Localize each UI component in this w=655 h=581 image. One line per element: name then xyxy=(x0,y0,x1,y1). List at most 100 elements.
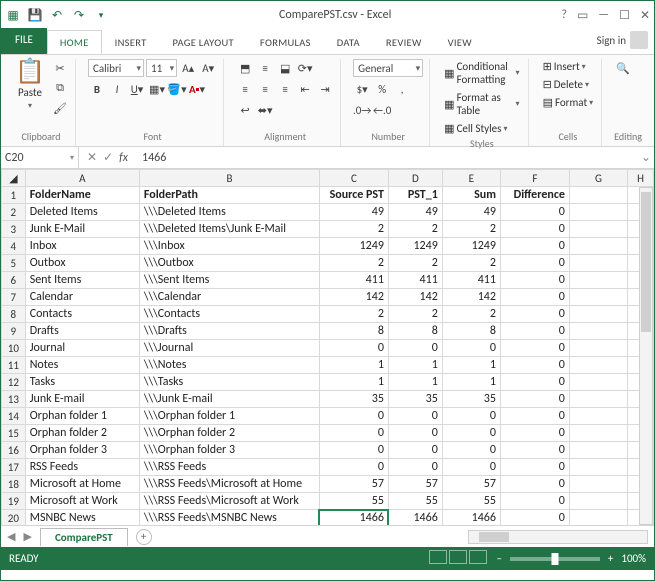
row-header-4[interactable]: 4 xyxy=(2,238,26,255)
row-header-13[interactable]: 13 xyxy=(2,391,26,408)
cell-G9[interactable] xyxy=(569,323,627,340)
cancel-formula-icon[interactable]: ✕ xyxy=(87,150,97,165)
cell-D20[interactable]: 1466 xyxy=(388,510,442,526)
cell-A20[interactable]: MSNBC News xyxy=(25,510,139,526)
minimize-icon[interactable]: — xyxy=(598,8,609,22)
tab-data[interactable]: DATA xyxy=(324,30,373,54)
cell-B5[interactable]: \\\Outbox xyxy=(139,255,319,272)
cell-B17[interactable]: \\\RSS Feeds xyxy=(139,459,319,476)
cell-E12[interactable]: 1 xyxy=(442,374,500,391)
cell-A11[interactable]: Notes xyxy=(25,357,139,374)
cell-D1[interactable]: PST_1 xyxy=(388,187,442,204)
cell-A18[interactable]: Microsoft at Home xyxy=(25,476,139,493)
cell-B20[interactable]: \\\RSS Feeds\MSNBC News xyxy=(139,510,319,526)
cell-A17[interactable]: RSS Feeds xyxy=(25,459,139,476)
sheet-nav-next-icon[interactable]: ▶ xyxy=(23,530,31,543)
cell-A7[interactable]: Calendar xyxy=(25,289,139,306)
zoom-in-button[interactable]: + xyxy=(608,552,613,565)
cell-C17[interactable]: 0 xyxy=(319,459,388,476)
cell-G15[interactable] xyxy=(569,425,627,442)
increase-font-icon[interactable]: A▴ xyxy=(179,59,197,77)
cell-G12[interactable] xyxy=(569,374,627,391)
cell-C18[interactable]: 57 xyxy=(319,476,388,493)
row-header-6[interactable]: 6 xyxy=(2,272,26,289)
cell-G17[interactable] xyxy=(569,459,627,476)
cell-C15[interactable]: 0 xyxy=(319,425,388,442)
cell-E7[interactable]: 142 xyxy=(442,289,500,306)
row-header-2[interactable]: 2 xyxy=(2,204,26,221)
cell-D3[interactable]: 2 xyxy=(388,221,442,238)
cell-F18[interactable]: 0 xyxy=(500,476,569,493)
enter-formula-icon[interactable]: ✓ xyxy=(103,150,113,165)
cell-F19[interactable]: 0 xyxy=(500,493,569,510)
cell-G18[interactable] xyxy=(569,476,627,493)
cell-A14[interactable]: Orphan folder 1 xyxy=(25,408,139,425)
align-bottom-icon[interactable]: ⬓ xyxy=(276,59,294,77)
decrease-decimal-icon[interactable]: ←.0 xyxy=(373,101,391,119)
cell-E19[interactable]: 55 xyxy=(442,493,500,510)
cell-A16[interactable]: Orphan folder 3 xyxy=(25,442,139,459)
cell-E6[interactable]: 411 xyxy=(442,272,500,289)
cell-A13[interactable]: Junk E-mail xyxy=(25,391,139,408)
cell-G8[interactable] xyxy=(569,306,627,323)
vertical-scroll-thumb[interactable] xyxy=(641,192,651,332)
help-icon[interactable]: ? xyxy=(561,8,567,22)
cell-D13[interactable]: 35 xyxy=(388,391,442,408)
cell-B12[interactable]: \\\Tasks xyxy=(139,374,319,391)
tab-view[interactable]: VIEW xyxy=(435,30,485,54)
cell-C19[interactable]: 55 xyxy=(319,493,388,510)
cell-D9[interactable]: 8 xyxy=(388,323,442,340)
horizontal-scrollbar[interactable] xyxy=(468,530,648,544)
cell-E1[interactable]: Sum xyxy=(442,187,500,204)
cell-A19[interactable]: Microsoft at Work xyxy=(25,493,139,510)
conditional-formatting-button[interactable]: ▦ Conditional Formatting ▾ xyxy=(442,59,521,87)
paste-button[interactable]: 📋 Paste ▾ xyxy=(13,59,47,112)
percent-format-icon[interactable]: % xyxy=(373,80,391,98)
cell-B10[interactable]: \\\Journal xyxy=(139,340,319,357)
cell-C11[interactable]: 1 xyxy=(319,357,388,374)
insert-function-icon[interactable]: fx xyxy=(119,151,128,165)
cell-B2[interactable]: \\\Deleted Items xyxy=(139,204,319,221)
cell-C3[interactable]: 2 xyxy=(319,221,388,238)
cell-A12[interactable]: Tasks xyxy=(25,374,139,391)
cell-D7[interactable]: 142 xyxy=(388,289,442,306)
tab-file[interactable]: FILE xyxy=(1,28,47,54)
row-header-10[interactable]: 10 xyxy=(2,340,26,357)
qat-save-icon[interactable]: 💾 xyxy=(27,7,43,23)
cell-B4[interactable]: \\\Inbox xyxy=(139,238,319,255)
accounting-format-icon[interactable]: $▾ xyxy=(353,80,371,98)
zoom-out-button[interactable]: – xyxy=(496,552,501,565)
cell-D18[interactable]: 57 xyxy=(388,476,442,493)
cell-D4[interactable]: 1249 xyxy=(388,238,442,255)
cell-B18[interactable]: \\\RSS Feeds\Microsoft at Home xyxy=(139,476,319,493)
cell-C8[interactable]: 2 xyxy=(319,306,388,323)
cut-icon[interactable]: ✂ xyxy=(51,59,69,77)
cell-F11[interactable]: 0 xyxy=(500,357,569,374)
zoom-level[interactable]: 100% xyxy=(621,552,646,565)
format-painter-icon[interactable]: 🖌 xyxy=(51,99,69,117)
cell-B6[interactable]: \\\Sent Items xyxy=(139,272,319,289)
cell-E8[interactable]: 2 xyxy=(442,306,500,323)
cell-D14[interactable]: 0 xyxy=(388,408,442,425)
cell-F20[interactable]: 0 xyxy=(500,510,569,526)
increase-indent-icon[interactable]: ⇥ xyxy=(316,80,334,98)
cell-F15[interactable]: 0 xyxy=(500,425,569,442)
cell-E5[interactable]: 2 xyxy=(442,255,500,272)
tab-review[interactable]: REVIEW xyxy=(373,30,435,54)
cell-G7[interactable] xyxy=(569,289,627,306)
cell-B19[interactable]: \\\RSS Feeds\Microsoft at Work xyxy=(139,493,319,510)
cell-G1[interactable] xyxy=(569,187,627,204)
cell-F3[interactable]: 0 xyxy=(500,221,569,238)
cell-B8[interactable]: \\\Contacts xyxy=(139,306,319,323)
cell-E9[interactable]: 8 xyxy=(442,323,500,340)
cell-F7[interactable]: 0 xyxy=(500,289,569,306)
cell-A3[interactable]: Junk E-Mail xyxy=(25,221,139,238)
row-header-7[interactable]: 7 xyxy=(2,289,26,306)
decrease-indent-icon[interactable]: ⇤ xyxy=(296,80,314,98)
find-select-icon[interactable]: 🔍 xyxy=(614,59,632,77)
cell-D8[interactable]: 2 xyxy=(388,306,442,323)
cell-B1[interactable]: FolderPath xyxy=(139,187,319,204)
row-header-17[interactable]: 17 xyxy=(2,459,26,476)
col-header-C[interactable]: C xyxy=(319,170,388,187)
cell-G11[interactable] xyxy=(569,357,627,374)
